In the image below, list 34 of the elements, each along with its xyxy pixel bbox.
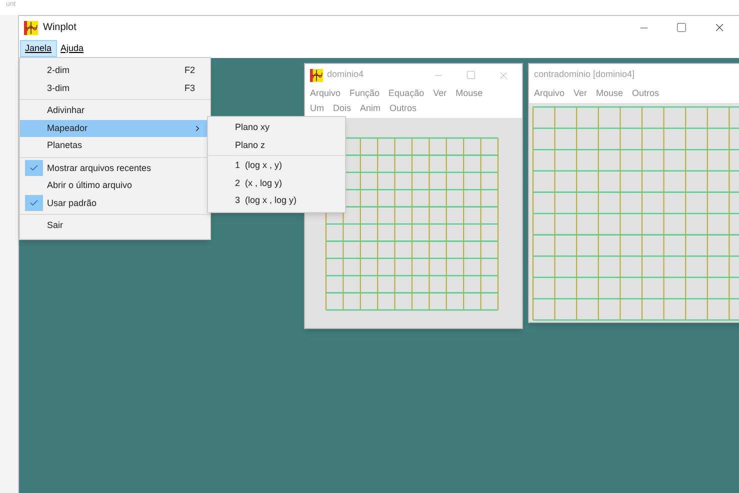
app-icon xyxy=(310,68,323,82)
menu-item[interactable]: Outros xyxy=(632,86,660,100)
app-icon xyxy=(24,20,38,34)
menu-item[interactable]: Anim xyxy=(360,102,381,116)
window-title: dominio4 xyxy=(327,68,364,82)
menu-item[interactable]: Planetas xyxy=(20,137,210,154)
menu-item[interactable]: Outros xyxy=(390,102,417,116)
window-title: Winplot xyxy=(43,21,76,35)
check-icon xyxy=(24,195,42,212)
menu-item[interactable]: Arquivo xyxy=(534,86,565,100)
menu-item[interactable]: Mouse xyxy=(596,86,624,100)
menu-item[interactable]: 2-dim F2 xyxy=(20,62,210,80)
menu-item[interactable]: Sair xyxy=(20,217,210,234)
menu-item[interactable]: 3 (log x , log y) xyxy=(208,192,345,210)
menu-item[interactable]: Usar padrão xyxy=(20,194,210,212)
menu-item[interactable]: Janela xyxy=(20,40,57,57)
menu-item[interactable]: Plano z xyxy=(208,136,345,154)
maximize-icon[interactable] xyxy=(466,70,476,80)
maximize-icon[interactable] xyxy=(676,22,687,33)
menu-item[interactable]: Ver xyxy=(574,86,588,100)
menu-item[interactable]: 2 (x , log y) xyxy=(208,174,345,192)
menu-item[interactable]: 1 (log x , y) xyxy=(208,157,345,174)
menu-item[interactable]: Adivinhar xyxy=(20,102,210,120)
check-icon xyxy=(24,160,42,176)
window-title: contradominio [dominio4] xyxy=(534,68,635,82)
close-icon[interactable] xyxy=(713,21,726,34)
menu-item[interactable]: 3-dim F3 xyxy=(20,80,210,97)
menu-item[interactable]: Mapeador xyxy=(20,120,210,137)
menu-item[interactable]: Abrir o último arquivo xyxy=(20,177,210,194)
menu-item[interactable]: Ajuda xyxy=(56,40,88,57)
menu-item[interactable]: Plano xy xyxy=(208,119,345,136)
menu-item[interactable]: Arquivo xyxy=(310,86,341,100)
menu-item[interactable]: Ver xyxy=(433,86,447,100)
menu-item[interactable]: Mostrar arquivos recentes xyxy=(20,160,210,177)
